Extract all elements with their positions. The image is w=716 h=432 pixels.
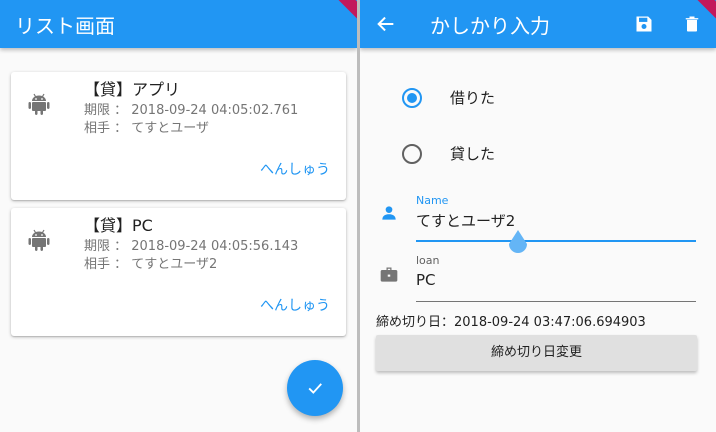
name-input[interactable]: てすとユーザ2: [416, 210, 515, 231]
radio-borrowed[interactable]: 借りた: [400, 83, 680, 113]
item-partner: 相手 ： てすとユーザ: [84, 121, 210, 136]
item-title: 【貸】PC: [84, 216, 153, 235]
check-icon: [308, 383, 322, 394]
list-screen: リスト画面 【貸】アプリ 期限 ： 2018-09-24 04:05:02.76…: [0, 0, 357, 432]
item-deadline: 期限 ： 2018-09-24 04:05:02.761: [84, 103, 299, 118]
android-icon: [28, 229, 50, 251]
page-title: かしかり入力: [430, 14, 550, 38]
debug-banner: [327, 0, 357, 30]
name-field-label: Name: [416, 194, 449, 207]
edit-button[interactable]: へんしゅう: [260, 159, 330, 179]
radio-label: 借りた: [450, 89, 496, 107]
debug-banner: [686, 0, 716, 30]
save-icon: [636, 16, 652, 32]
radio-label: 貸した: [450, 145, 496, 163]
radio-button-selected[interactable]: [402, 88, 422, 108]
confirm-fab-button[interactable]: [287, 360, 343, 416]
text-cursor-handle[interactable]: [507, 230, 529, 258]
deadline-text: 締め切り日：2018-09-24 03:47:06.694903: [376, 315, 646, 330]
input-screen: かしかり入力 借りた 貸した Name てすとユーザ2 loan PC 締め切り…: [360, 0, 716, 432]
list-item[interactable]: 【貸】PC 期限 ： 2018-09-24 04:05:56.143 相手 ： …: [11, 208, 346, 336]
edit-button[interactable]: へんしゅう: [260, 295, 330, 315]
list-item[interactable]: 【貸】アプリ 期限 ： 2018-09-24 04:05:02.761 相手 ：…: [11, 72, 346, 200]
person-icon: [382, 206, 396, 220]
item-title: 【貸】アプリ: [84, 80, 181, 99]
loan-input-underline: [416, 301, 696, 302]
arrow-back-icon: [377, 16, 394, 32]
radio-lent[interactable]: 貸した: [400, 139, 680, 169]
name-input-underline: [416, 240, 696, 242]
briefcase-icon: [380, 267, 398, 282]
loan-input[interactable]: PC: [416, 271, 436, 289]
item-partner: 相手 ： てすとユーザ2: [84, 257, 218, 272]
page-title: リスト画面: [15, 14, 115, 38]
radio-button[interactable]: [402, 144, 422, 164]
app-bar: かしかり入力: [360, 0, 716, 48]
item-deadline: 期限 ： 2018-09-24 04:05:56.143: [84, 239, 299, 254]
back-button[interactable]: [374, 12, 398, 36]
app-bar: リスト画面: [0, 0, 357, 48]
change-deadline-button[interactable]: 締め切り日変更: [376, 335, 697, 371]
save-button[interactable]: [632, 12, 656, 36]
loan-field-label: loan: [416, 254, 440, 267]
android-icon: [28, 93, 50, 115]
